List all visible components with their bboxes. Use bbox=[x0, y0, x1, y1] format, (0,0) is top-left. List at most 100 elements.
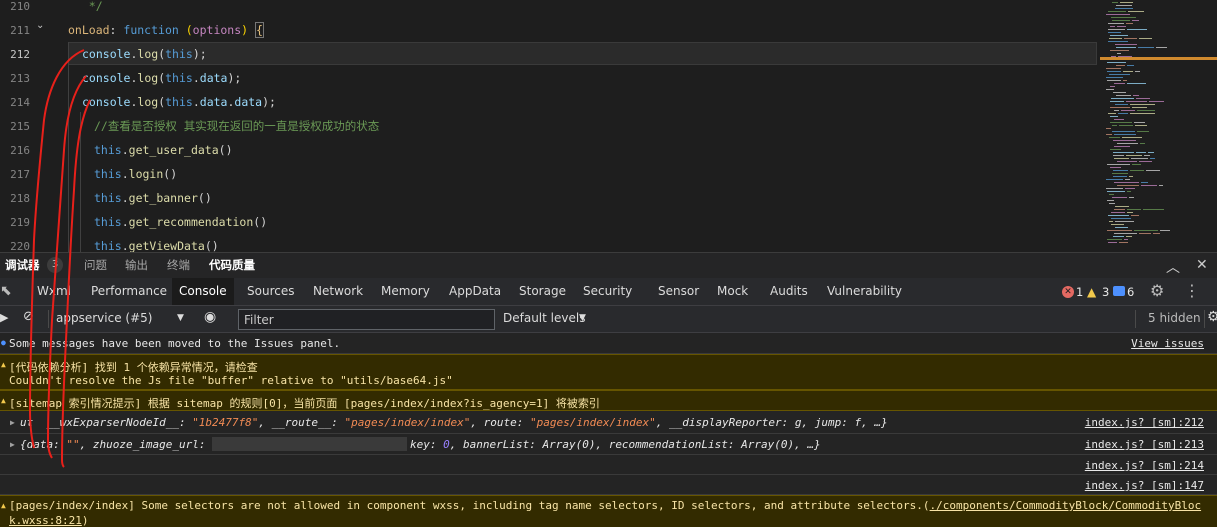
source-link[interactable]: index.js? [sm]:147 bbox=[1085, 479, 1204, 492]
minimap-line bbox=[1106, 128, 1111, 129]
warning-icon[interactable]: ▲ bbox=[1087, 285, 1096, 299]
code-line: this.getViewData() bbox=[94, 239, 219, 252]
context-dropdown-icon[interactable]: ▼ bbox=[177, 313, 184, 323]
line-number: 210 bbox=[10, 0, 30, 13]
code-line: this.get_user_data() bbox=[94, 143, 233, 157]
line-number: 212 bbox=[10, 48, 30, 61]
minimap-line bbox=[1106, 179, 1123, 180]
line-number: 217 bbox=[10, 168, 30, 181]
settings-gear-icon[interactable]: ⚙ bbox=[1150, 281, 1164, 300]
minimap-line bbox=[1110, 167, 1121, 168]
minimap-line bbox=[1113, 152, 1134, 153]
minimap-line bbox=[1108, 242, 1117, 243]
error-icon[interactable]: ✕ bbox=[1062, 286, 1074, 298]
console-log-row[interactable]: ▶ {data: "", zhuoze_image_url: key: 0, b… bbox=[0, 434, 1217, 455]
filter-input[interactable] bbox=[238, 309, 495, 330]
tab-vulnerability[interactable]: Vulnerability bbox=[820, 278, 909, 305]
minimap[interactable] bbox=[1098, 0, 1217, 252]
tab-storage[interactable]: Storage bbox=[512, 278, 573, 305]
expand-arrow-icon[interactable]: ▶ bbox=[10, 440, 15, 449]
tab-sources[interactable]: Sources bbox=[240, 278, 301, 305]
message-text: k.wxss:8:21) bbox=[9, 514, 89, 527]
redacted-value bbox=[212, 437, 407, 451]
minimap-line bbox=[1117, 185, 1139, 186]
console-log-row[interactable]: ▶ ut __wxExparserNodeId__: "1b2477f8", _… bbox=[0, 411, 1217, 434]
info-icon: ● bbox=[1, 338, 6, 347]
tab-memory[interactable]: Memory bbox=[374, 278, 437, 305]
source-link[interactable]: index.js? [sm]:214 bbox=[1085, 459, 1204, 472]
minimap-line bbox=[1127, 65, 1134, 66]
wxss-source-link[interactable]: k.wxss:8:21 bbox=[9, 514, 82, 527]
tab-problems[interactable]: 问题 bbox=[84, 257, 107, 273]
minimap-line bbox=[1114, 146, 1130, 147]
inspect-element-icon[interactable]: ⬉ bbox=[0, 283, 12, 299]
minimap-line bbox=[1150, 158, 1155, 159]
view-issues-link[interactable]: View issues bbox=[1131, 337, 1204, 350]
close-panel-icon[interactable]: ✕ bbox=[1196, 257, 1208, 273]
fold-chevron-icon[interactable]: ⌄ bbox=[36, 20, 44, 31]
source-link[interactable]: index.js? [sm]:212 bbox=[1085, 416, 1204, 429]
message-icon[interactable] bbox=[1113, 286, 1125, 296]
minimap-line bbox=[1124, 38, 1137, 39]
line-number: 216 bbox=[10, 144, 30, 157]
minimap-line bbox=[1134, 122, 1145, 123]
minimap-line bbox=[1141, 182, 1148, 183]
collapse-panel-icon[interactable]: ︿ bbox=[1166, 257, 1180, 277]
tab-performance[interactable]: Performance bbox=[84, 278, 174, 305]
expand-arrow-icon[interactable]: ▶ bbox=[10, 418, 15, 427]
source-link[interactable]: index.js? [sm]:213 bbox=[1085, 438, 1204, 451]
minimap-line bbox=[1114, 233, 1137, 234]
sidebar-toggle-icon[interactable]: ▶ bbox=[0, 311, 8, 324]
message-count[interactable]: 6 bbox=[1127, 285, 1134, 299]
log-levels-dropdown[interactable]: Default levels bbox=[503, 311, 585, 325]
code-line: this.get_banner() bbox=[94, 191, 212, 205]
context-selector[interactable]: appservice (#5) bbox=[56, 311, 152, 325]
tab-debugger[interactable]: 调试器 bbox=[5, 257, 40, 273]
tab-code-quality[interactable]: 代码质量 bbox=[209, 257, 255, 273]
minimap-line bbox=[1106, 134, 1112, 135]
console-log-row[interactable]: index.js? [sm]:147 bbox=[0, 475, 1217, 495]
devtools-tab-bar: ⬉ Wxml Performance Console Sources Netwo… bbox=[0, 278, 1217, 306]
tab-network[interactable]: Network bbox=[306, 278, 370, 305]
hidden-count[interactable]: 5 hidden bbox=[1148, 311, 1201, 325]
more-options-icon[interactable]: ⋮ bbox=[1184, 281, 1200, 300]
eye-icon[interactable]: ◉ bbox=[204, 309, 216, 325]
minimap-line bbox=[1115, 8, 1133, 9]
console-settings-icon[interactable]: ⚙ bbox=[1207, 309, 1217, 325]
minimap-line bbox=[1113, 155, 1124, 156]
minimap-line bbox=[1113, 170, 1128, 171]
tab-wxml[interactable]: Wxml bbox=[30, 278, 78, 305]
tab-sensor[interactable]: Sensor bbox=[651, 278, 706, 305]
tab-audits[interactable]: Audits bbox=[763, 278, 815, 305]
wxss-source-link[interactable]: ./components/CommodityBlock/CommodityBlo… bbox=[930, 499, 1202, 512]
minimap-line bbox=[1113, 176, 1127, 177]
tab-mock[interactable]: Mock bbox=[710, 278, 755, 305]
tab-output[interactable]: 输出 bbox=[125, 257, 148, 273]
minimap-line bbox=[1119, 125, 1133, 126]
line-number: 220 bbox=[10, 240, 30, 252]
warning-count[interactable]: 3 bbox=[1102, 285, 1109, 299]
code-editor[interactable]: 210 211 ⌄ 212 213 214 215 216 217 218 21… bbox=[0, 0, 1217, 252]
minimap-line bbox=[1137, 110, 1155, 111]
minimap-line bbox=[1109, 221, 1113, 222]
tab-appdata[interactable]: AppData bbox=[442, 278, 508, 305]
code-area[interactable]: */ onLoad: function (options) { console.… bbox=[68, 0, 1098, 252]
minimap-line bbox=[1116, 65, 1125, 66]
tab-console[interactable]: Console bbox=[172, 278, 234, 305]
minimap-cursor-marker bbox=[1100, 57, 1217, 60]
minimap-line bbox=[1109, 74, 1130, 75]
tab-terminal[interactable]: 终端 bbox=[167, 257, 190, 273]
levels-dropdown-icon[interactable]: ▼ bbox=[579, 313, 586, 323]
console-log-row[interactable]: index.js? [sm]:214 bbox=[0, 455, 1217, 475]
error-count[interactable]: 1 bbox=[1076, 285, 1083, 299]
minimap-line bbox=[1108, 41, 1128, 42]
minimap-line bbox=[1109, 203, 1115, 204]
line-number: 219 bbox=[10, 216, 30, 229]
minimap-line bbox=[1107, 191, 1125, 192]
clear-console-icon[interactable]: ⊘ bbox=[23, 309, 34, 324]
tab-security[interactable]: Security bbox=[576, 278, 639, 305]
minimap-line bbox=[1114, 83, 1125, 84]
minimap-line bbox=[1112, 125, 1117, 126]
minimap-line bbox=[1156, 47, 1167, 48]
minimap-line bbox=[1132, 107, 1147, 108]
